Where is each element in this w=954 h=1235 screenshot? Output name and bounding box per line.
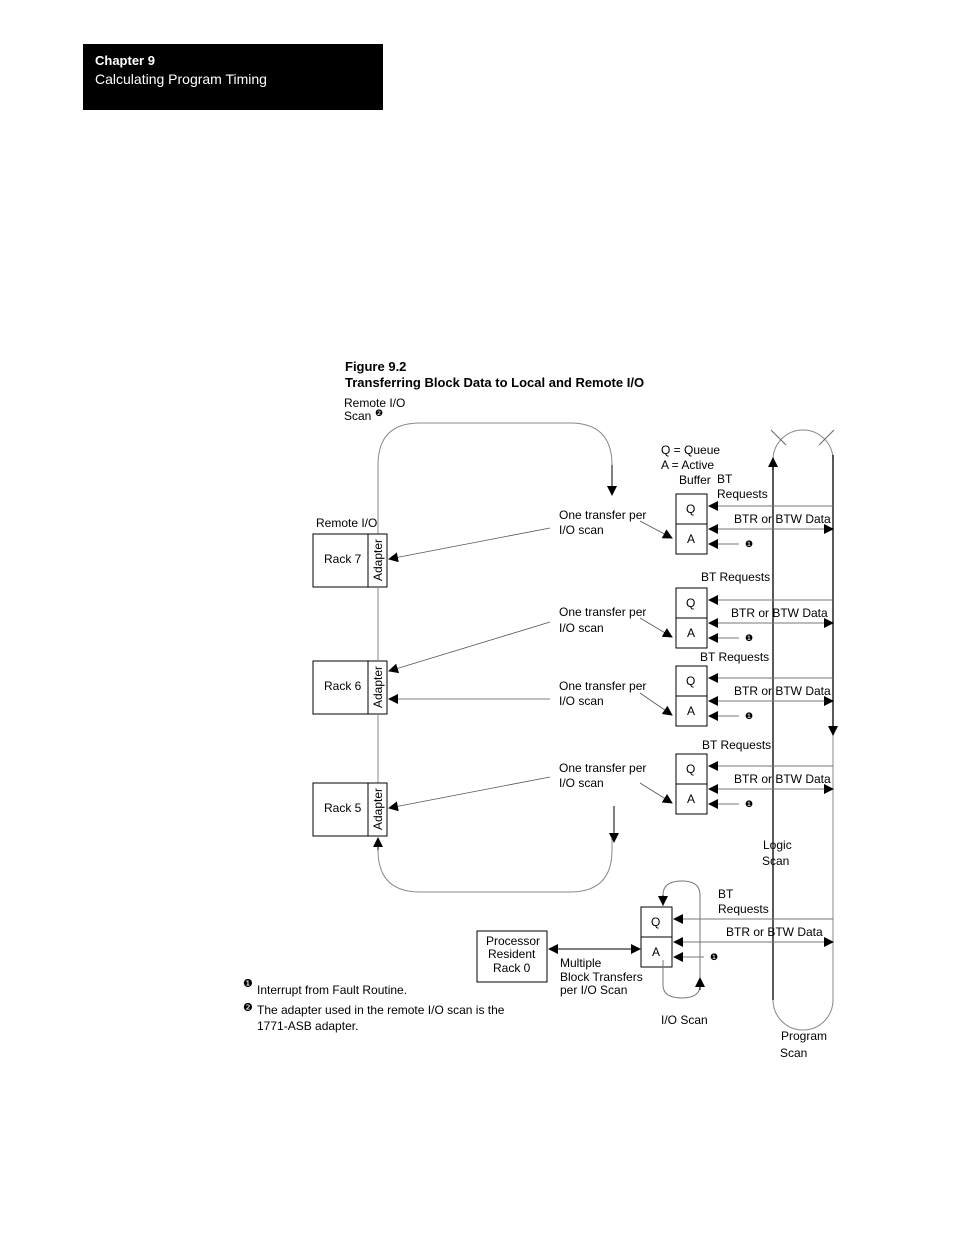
legend-queue: Q = Queue <box>661 443 720 457</box>
transfer-arrow-buffer3 <box>639 692 673 716</box>
rack-6-label: Rack 6 <box>324 679 362 693</box>
logic-scan-label-2: Scan <box>762 854 789 868</box>
btr-btw-data-label: BTR or BTW Data <box>734 512 831 526</box>
legend-buffer: Buffer <box>679 473 711 487</box>
btr-btw-data-label: BTR or BTW Data <box>734 684 831 698</box>
active-label: A <box>687 532 695 546</box>
bt-requests-label: Requests <box>717 487 768 501</box>
footnotes: ❶ Interrupt from Fault Routine. ❷ The ad… <box>243 978 513 1034</box>
multiple-transfers-3: per I/O Scan <box>560 983 627 997</box>
transfer-label-3b: I/O scan <box>559 694 604 708</box>
active-label: A <box>652 945 660 959</box>
queue-label: Q <box>686 762 695 776</box>
block-transfer-diagram: Remote I/O Scan ❷ Remote I/O Rack 7 Adap… <box>312 396 838 1060</box>
multiple-transfers-2: Block Transfers <box>560 970 643 984</box>
legend-active: A = Active <box>661 458 714 472</box>
buffer-2: Q A BT Requests BTR or BTW Data ❶ <box>675 570 834 649</box>
remote-scan-loop-bottom <box>377 838 613 893</box>
rack-6: Rack 6 Adapter <box>312 660 388 715</box>
bt-requests-label: BT Requests <box>700 650 769 664</box>
buffer-3: Q A BT Requests BTR or BTW Data ❶ <box>675 650 834 727</box>
transfer-arrow-rack6-a <box>388 621 551 674</box>
rack-6-adapter: Adapter <box>371 666 385 708</box>
note-marker-1: ❶ <box>745 711 753 721</box>
transfer-label-1b: I/O scan <box>559 523 604 537</box>
rack-5: Rack 5 Adapter <box>312 782 388 837</box>
local-rack-label-3: Rack 0 <box>493 961 531 975</box>
rack-7-adapter: Adapter <box>371 539 385 581</box>
bt-requests-label: BT <box>718 887 734 901</box>
rack-7: Rack 7 Adapter <box>312 533 388 588</box>
footnote-1: ❶ Interrupt from Fault Routine. <box>243 978 513 998</box>
transfer-arrow-buffer4 <box>639 782 673 804</box>
footnote-1-text: Interrupt from Fault Routine. <box>257 983 408 997</box>
buffer-4: Q A BT Requests BTR or BTW Data ❶ <box>675 738 834 815</box>
processor-resident-rack: Processor Resident Rack 0 <box>476 930 548 983</box>
transfer-label-4a: One transfer per <box>559 761 646 775</box>
active-label: A <box>687 626 695 640</box>
footnote-1-marker: ❶ <box>243 978 253 990</box>
remote-io-scan-label-2: Scan <box>344 409 371 423</box>
footnote-2: ❷ The adapter used in the remote I/O sca… <box>243 1002 513 1034</box>
active-label: A <box>687 792 695 806</box>
bt-requests-label: BT Requests <box>701 570 770 584</box>
program-scan-label-2: Scan <box>780 1046 807 1060</box>
rack-5-label: Rack 5 <box>324 801 362 815</box>
transfer-label-4b: I/O scan <box>559 776 604 790</box>
btr-btw-data-label: BTR or BTW Data <box>731 606 828 620</box>
queue-label: Q <box>651 915 660 929</box>
local-rack-label-1: Processor <box>486 934 540 948</box>
bt-requests-label: Requests <box>718 902 769 916</box>
multiple-transfers-1: Multiple <box>560 956 602 970</box>
transfer-arrow-buffer1 <box>639 520 673 539</box>
rack-7-label: Rack 7 <box>324 552 362 566</box>
queue-label: Q <box>686 596 695 610</box>
btr-btw-data-label: BTR or BTW Data <box>726 925 823 939</box>
local-rack-label-2: Resident <box>488 947 536 961</box>
program-scan-label-1: Program <box>781 1029 827 1043</box>
note-marker-2: ❷ <box>375 408 383 418</box>
bt-requests-label: BT <box>717 472 733 486</box>
note-marker-1: ❶ <box>745 539 753 549</box>
note-marker-1: ❶ <box>745 633 753 643</box>
rack-5-adapter: Adapter <box>371 788 385 830</box>
transfer-arrow-rack7 <box>388 527 551 563</box>
logic-scan-label-1: Logic <box>763 838 792 852</box>
transfer-label-2b: I/O scan <box>559 621 604 635</box>
transfer-label-1a: One transfer per <box>559 508 646 522</box>
io-scan-label: I/O Scan <box>661 1013 708 1027</box>
footnote-2-text: The adapter used in the remote I/O scan … <box>257 1003 505 1033</box>
transfer-label-3a: One transfer per <box>559 679 646 693</box>
active-label: A <box>687 704 695 718</box>
transfer-arrow-buffer2 <box>639 617 673 638</box>
note-marker-1: ❶ <box>710 952 718 962</box>
loop-tick-2 <box>818 429 835 446</box>
queue-label: Q <box>686 502 695 516</box>
transfer-arrow-rack5 <box>388 776 551 812</box>
remote-io-label: Remote I/O <box>316 516 377 530</box>
footnote-2-marker: ❷ <box>243 1002 253 1014</box>
buffer-5: Q A BTRequests BTR or BTW Data ❶ <box>640 887 834 968</box>
note-marker-1: ❶ <box>745 799 753 809</box>
bt-requests-label: BT Requests <box>702 738 771 752</box>
transfer-label-2a: One transfer per <box>559 605 646 619</box>
btr-btw-data-label: BTR or BTW Data <box>734 772 831 786</box>
queue-label: Q <box>686 674 695 688</box>
